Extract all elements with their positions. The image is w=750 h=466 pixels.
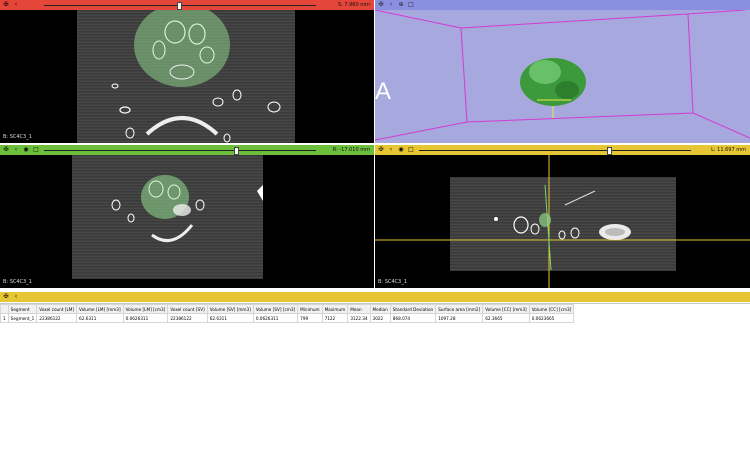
- link-icon[interactable]: ‹: [12, 146, 20, 154]
- link-icon[interactable]: ‹: [12, 1, 20, 9]
- table-cell: Segment_1: [7, 313, 38, 323]
- pin-icon[interactable]: ✠: [377, 146, 385, 154]
- green-slider-handle[interactable]: [234, 147, 239, 155]
- segment-statistics-table: Segment Voxel count [LM] Volume [LM] [mm3]…: [0, 303, 750, 466]
- table-cell: 3022: [369, 313, 391, 323]
- table-cell: 62.3665: [482, 313, 530, 323]
- table-row[interactable]: 1 Segment_1 22386122 62.6311 0.0626311 223861…: [0, 313, 575, 323]
- table-cell: 22386122: [36, 313, 78, 323]
- column-header[interactable]: Maximum: [321, 304, 349, 314]
- sagittal-anatomy-overlay: [375, 155, 750, 288]
- orientation-glyph: A: [375, 78, 392, 105]
- column-header[interactable]: Standard Deviation: [389, 304, 437, 314]
- column-header[interactable]: Volume [SV] [mm3]: [206, 304, 254, 314]
- green-slice-offset: R: -17.010 mm: [332, 147, 370, 153]
- red-slice-slider[interactable]: [44, 2, 316, 10]
- table-cell: 799: [297, 313, 323, 323]
- column-header[interactable]: Median: [369, 304, 391, 314]
- red-slice-offset: S: 7.960 mm: [337, 2, 370, 8]
- table-cell: 0.0626311: [122, 313, 169, 323]
- table-cell: 1: [0, 313, 9, 323]
- table-cell: 0.0626311: [252, 313, 299, 323]
- green-view-volume-label: B: SC4C3_1: [3, 279, 32, 285]
- table-cell: 3122.34: [347, 313, 371, 323]
- red-view-volume-label: B: SC4C3_1: [3, 134, 32, 140]
- green-view-toolbar: ✠ ‹ ◉ □ R: -17.010 mm: [0, 145, 374, 155]
- pin-icon[interactable]: ✠: [2, 293, 10, 301]
- table-cell: 868.074: [389, 313, 437, 323]
- column-header[interactable]: Voxel count [LM]: [36, 304, 78, 314]
- yellow-slider-handle[interactable]: [607, 147, 612, 155]
- layout-icon[interactable]: □: [32, 146, 40, 154]
- yellow-slice-offset: L: 11.697 mm: [711, 147, 746, 153]
- table-cell: 7122: [321, 313, 349, 323]
- link-icon[interactable]: ‹: [387, 1, 395, 9]
- pin-icon[interactable]: ✠: [2, 146, 10, 154]
- column-header[interactable]: Surface area [mm2]: [435, 304, 484, 314]
- yellow-view-volume-label: B: SC4C3_1: [378, 279, 407, 285]
- bounding-box-outline: [375, 10, 750, 141]
- column-header[interactable]: Volume [LM] [mm3]: [76, 304, 124, 314]
- table-view-toolbar: ✠ ‹: [0, 292, 750, 302]
- pin-icon[interactable]: ✠: [2, 1, 10, 9]
- red-slider-handle[interactable]: [177, 2, 182, 10]
- link-icon[interactable]: ‹: [387, 146, 395, 154]
- column-header[interactable]: Volume [CC] [mm3]: [482, 304, 530, 314]
- layout-icon[interactable]: □: [407, 1, 415, 9]
- center-view-icon[interactable]: ⊕: [397, 1, 405, 9]
- coronal-anatomy-overlay: [111, 175, 263, 243]
- column-header[interactable]: Mean: [347, 304, 371, 314]
- column-header[interactable]: Segment: [7, 304, 38, 314]
- table-cell: 0.0623665: [528, 313, 575, 323]
- yellow-slice-slider[interactable]: [419, 147, 691, 155]
- axial-anatomy-overlay: [111, 10, 281, 143]
- table-cell: 62.6311: [76, 313, 124, 323]
- link-icon[interactable]: ‹: [12, 293, 20, 301]
- statistics-table: Segment Voxel count [LM] Volume [LM] [mm3]…: [0, 304, 575, 323]
- threed-view-toolbar: ✠ ‹ ⊕ □: [375, 0, 750, 10]
- column-header[interactable]: Volume [LM] [cm3]: [122, 304, 169, 314]
- column-header[interactable]: Volume [CC] [cm3]: [528, 304, 575, 314]
- table-cell: 22386122: [167, 313, 208, 323]
- table-cell: 62.6311: [206, 313, 254, 323]
- threed-view[interactable]: A: [375, 10, 750, 143]
- eye-icon[interactable]: ◉: [397, 146, 405, 154]
- layout-icon[interactable]: □: [407, 146, 415, 154]
- yellow-view-toolbar: ✠ ‹ ◉ □ L: 11.697 mm: [375, 145, 750, 155]
- red-view-toolbar: ✠ ‹ S: 7.960 mm: [0, 0, 374, 10]
- column-header[interactable]: [0, 304, 9, 314]
- green-slice-slider[interactable]: [44, 147, 316, 155]
- eye-icon[interactable]: ◉: [22, 146, 30, 154]
- table-header-row: Segment Voxel count [LM] Volume [LM] [mm3]…: [0, 304, 575, 314]
- green-slice-view[interactable]: B: SC4C3_1: [0, 155, 374, 288]
- pin-icon[interactable]: ✠: [377, 1, 385, 9]
- column-header[interactable]: Volume [SV] [cm3]: [252, 304, 299, 314]
- table-cell: 1097.28: [435, 313, 484, 323]
- yellow-slice-view[interactable]: B: SC4C3_1: [375, 155, 750, 288]
- red-slice-view[interactable]: B: SC4C3_1: [0, 10, 374, 143]
- column-header[interactable]: Voxel count [SV]: [167, 304, 208, 314]
- column-header[interactable]: Minimum: [297, 304, 323, 314]
